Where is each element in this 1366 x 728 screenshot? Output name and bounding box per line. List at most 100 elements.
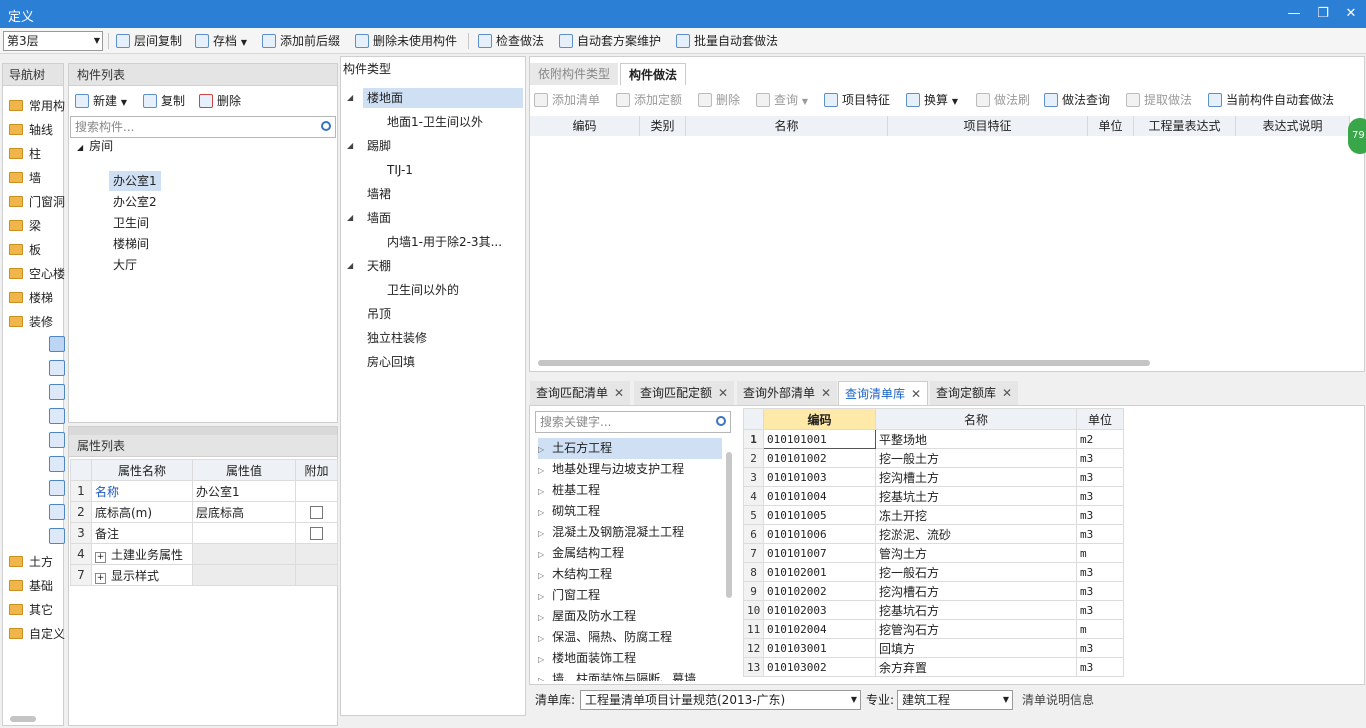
bill-unit[interactable]: m3 xyxy=(1076,467,1124,487)
table-row[interactable]: 12 010103001 回填方 m3 xyxy=(743,638,1124,658)
table-row[interactable]: 11 010102004 挖管沟石方 m xyxy=(743,619,1124,639)
nav-item[interactable]: 梁 xyxy=(9,216,41,236)
component-search-input[interactable]: 搜索构件... xyxy=(70,116,336,138)
table-row[interactable]: 13 010103002 余方弃置 m3 xyxy=(743,657,1124,677)
bill-name[interactable]: 挖基坑土方 xyxy=(875,486,1077,506)
nav-item[interactable]: 土方 xyxy=(9,552,53,572)
type-node[interactable]: 房心回填 xyxy=(363,352,419,372)
expand-icon[interactable]: + xyxy=(95,551,106,563)
query-tab[interactable]: 查询匹配定额 ✕ xyxy=(634,381,735,405)
method-query-button[interactable]: 做法查询 xyxy=(1044,90,1110,110)
brick-icon[interactable] xyxy=(49,432,65,448)
type-node[interactable]: 内墙1-用于除2-3其... xyxy=(383,232,506,252)
auto-scheme-button[interactable]: 自动套方案维护 xyxy=(559,32,661,50)
bill-unit[interactable]: m2 xyxy=(1076,429,1124,449)
tab-component-method[interactable]: 构件做法 xyxy=(620,63,687,85)
bill-unit[interactable]: m3 xyxy=(1076,486,1124,506)
table-row[interactable]: 9 010102002 挖沟槽石方 m3 xyxy=(743,581,1124,601)
category-item[interactable]: ▷ 墙、柱面装饰与隔断、幕墙... xyxy=(538,669,708,681)
type-node[interactable]: ◢ 墙面 xyxy=(347,208,395,228)
add-bill-button[interactable]: 添加清单 xyxy=(534,90,600,110)
table-row[interactable]: 2 010101002 挖一般土方 m3 xyxy=(743,448,1124,468)
nav-item[interactable]: 其它 xyxy=(9,600,53,620)
category-item[interactable]: ▷ 桩基工程 xyxy=(538,480,600,501)
bill-code[interactable]: 010102003 xyxy=(763,600,876,620)
component-item[interactable]: 办公室1 xyxy=(109,171,161,191)
category-item[interactable]: ▷ 屋面及防水工程 xyxy=(538,606,636,627)
category-scrollbar[interactable] xyxy=(726,452,732,598)
table-row[interactable]: 5 010101005 冻土开挖 m3 xyxy=(743,505,1124,525)
auto-apply-button[interactable]: 当前构件自动套做法 xyxy=(1208,90,1334,110)
horizontal-scrollbar[interactable] xyxy=(538,360,1150,366)
close-button[interactable]: ✕ xyxy=(1336,0,1366,28)
bill-name[interactable]: 平整场地 xyxy=(875,429,1077,449)
home-icon[interactable] xyxy=(49,336,65,352)
nav-item[interactable]: 装修 xyxy=(9,312,53,332)
copy-between-floors-button[interactable]: 层间复制 xyxy=(116,32,182,50)
close-icon[interactable]: ✕ xyxy=(1002,386,1012,400)
nav-item[interactable]: 常用构 xyxy=(9,96,65,116)
method-brush-button[interactable]: 做法刷 xyxy=(976,90,1030,110)
type-node[interactable]: 吊顶 xyxy=(363,304,395,324)
type-node[interactable]: ◢ 踢脚 xyxy=(347,136,395,156)
floor-icon[interactable] xyxy=(49,360,65,376)
table-row[interactable]: 4 010101004 挖基坑土方 m3 xyxy=(743,486,1124,506)
column-icon[interactable] xyxy=(49,504,65,520)
item-feature-button[interactable]: 项目特征 xyxy=(824,90,890,110)
bill-code[interactable]: 010101001 xyxy=(763,429,876,449)
attach-checkbox[interactable] xyxy=(310,506,323,519)
bill-unit[interactable]: m3 xyxy=(1076,562,1124,582)
keyword-search-input[interactable]: 搜索关键字... xyxy=(535,411,731,433)
property-value[interactable]: 层底标高 xyxy=(192,501,296,523)
archive-button[interactable]: 存档 ▼ xyxy=(195,32,247,50)
nav-item[interactable]: 楼梯 xyxy=(9,288,53,308)
nav-item[interactable]: 空心楼 xyxy=(9,264,65,284)
type-node[interactable]: TIJ-1 xyxy=(383,160,417,180)
close-icon[interactable]: ✕ xyxy=(911,387,921,401)
bill-name[interactable]: 挖沟槽土方 xyxy=(875,467,1077,487)
query-tab[interactable]: 查询清单库 ✕ xyxy=(838,381,929,405)
type-node[interactable]: 墙裙 xyxy=(363,184,395,204)
attach-checkbox[interactable] xyxy=(310,527,323,540)
bill-name[interactable]: 挖基坑石方 xyxy=(875,600,1077,620)
type-node[interactable]: 卫生间以外的 xyxy=(383,280,463,300)
new-component-button[interactable]: 新建 ▼ xyxy=(75,92,127,110)
property-row[interactable]: 1 名称 办公室1 xyxy=(70,480,338,502)
property-value[interactable]: 办公室1 xyxy=(192,480,296,502)
bill-code[interactable]: 010103001 xyxy=(763,638,876,658)
category-item[interactable]: ▷ 保温、隔热、防腐工程 xyxy=(538,627,672,648)
query-tab[interactable]: 查询匹配清单 ✕ xyxy=(530,381,631,405)
expand-icon[interactable]: + xyxy=(95,572,106,584)
component-item[interactable]: 楼梯间 xyxy=(109,234,153,254)
floor-select[interactable]: 第3层 ▼ xyxy=(3,31,103,51)
property-row[interactable]: 4 + 土建业务属性 xyxy=(70,543,338,565)
bill-info-link[interactable]: 清单说明信息 xyxy=(1022,691,1094,709)
delete-method-button[interactable]: 删除 xyxy=(698,90,740,110)
ceiling-icon[interactable] xyxy=(49,456,65,472)
nav-item[interactable]: 轴线 xyxy=(9,120,53,140)
table-row[interactable]: 7 010101007 管沟土方 m xyxy=(743,543,1124,563)
close-icon[interactable]: ✕ xyxy=(821,386,831,400)
convert-button[interactable]: 换算 ▼ xyxy=(906,90,958,110)
category-item[interactable]: ▷ 砌筑工程 xyxy=(538,501,600,522)
bill-unit[interactable]: m3 xyxy=(1076,638,1124,658)
delete-component-button[interactable]: 删除 xyxy=(199,92,241,110)
property-value[interactable] xyxy=(192,543,296,565)
restore-button[interactable]: ❐ xyxy=(1308,0,1338,28)
category-item[interactable]: ▷ 地基处理与边坡支护工程 xyxy=(538,459,684,480)
nav-item[interactable]: 墙 xyxy=(9,168,41,188)
nav-item[interactable]: 板 xyxy=(9,240,41,260)
bill-name[interactable]: 挖一般土方 xyxy=(875,448,1077,468)
bill-code[interactable]: 010101002 xyxy=(763,448,876,468)
bill-unit[interactable]: m xyxy=(1076,543,1124,563)
bill-unit[interactable]: m3 xyxy=(1076,581,1124,601)
table-row[interactable]: 6 010101006 挖淤泥、流砂 m3 xyxy=(743,524,1124,544)
nav-item[interactable]: 自定义 xyxy=(9,624,65,644)
library-select[interactable]: 工程量清单项目计量规范(2013-广东) ▼ xyxy=(580,690,861,710)
category-item[interactable]: ▷ 楼地面装饰工程 xyxy=(538,648,636,669)
component-item[interactable]: 卫生间 xyxy=(109,213,153,233)
bill-unit[interactable]: m3 xyxy=(1076,600,1124,620)
bill-unit[interactable]: m3 xyxy=(1076,657,1124,677)
bill-unit[interactable]: m3 xyxy=(1076,505,1124,525)
table-row[interactable]: 8 010102001 挖一般石方 m3 xyxy=(743,562,1124,582)
